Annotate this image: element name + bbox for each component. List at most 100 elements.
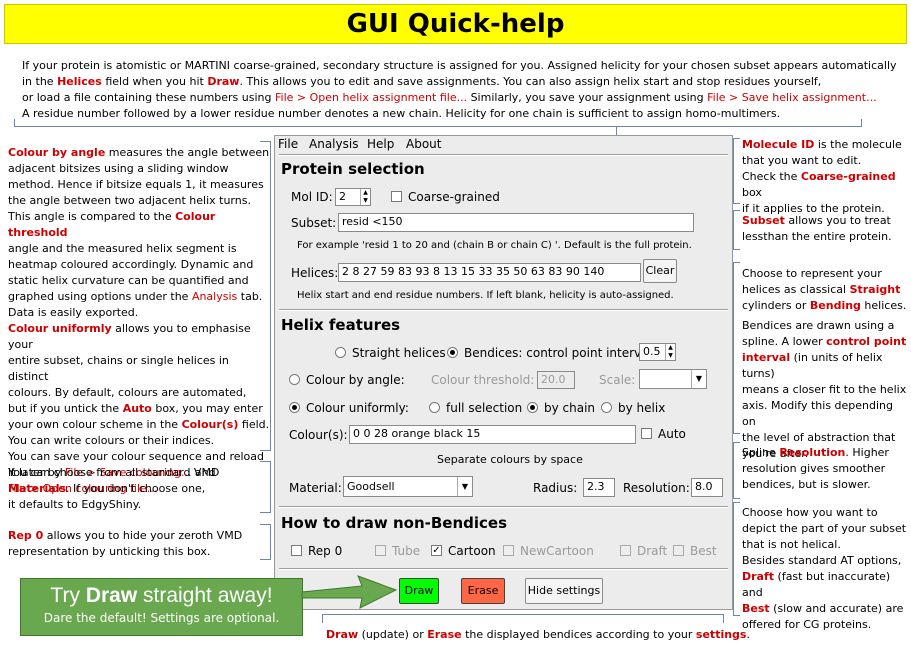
colours-label: Colour(s): <box>289 428 348 442</box>
rep0-checkbox[interactable] <box>291 545 302 556</box>
helices-input[interactable]: 2 8 27 59 83 93 8 13 15 33 35 50 63 83 9… <box>338 263 641 282</box>
resolution-input[interactable]: 8.0 <box>691 478 723 497</box>
scale-dropdown[interactable]: ▼ <box>639 369 707 389</box>
intro-save-helix-term: File > Save helix assignment... <box>707 91 877 104</box>
note-text: that is not helical. <box>742 538 841 551</box>
straight-helices-label: Straight helices <box>352 346 446 360</box>
auto-label: Auto <box>658 427 686 441</box>
colour-uniformly-radio[interactable] <box>289 402 300 413</box>
note-molecule-id-term: Molecule ID <box>742 138 815 151</box>
spin-up-icon[interactable]: ▲ <box>665 344 675 352</box>
protein-selection-heading: Protein selection <box>281 160 425 178</box>
note-text: allows you to hide your zeroth VMD <box>43 529 243 542</box>
note-text: spline. A lower <box>742 335 827 348</box>
scale-label: Scale: <box>599 373 636 387</box>
menu-about[interactable]: About <box>406 137 441 151</box>
note-text: cylinders or <box>742 299 810 312</box>
intro-line-3: or load a file containing these numbers … <box>22 90 882 106</box>
intro-line-1: If your protein is atomistic or MARTINI … <box>22 58 897 74</box>
spin-down-icon[interactable]: ▼ <box>665 352 675 360</box>
spin-up-icon[interactable]: ▲ <box>360 189 370 197</box>
angle-note-bracket <box>260 141 271 451</box>
intro-line-2: in the Helices field when you hit Draw. … <box>22 74 882 90</box>
hide-settings-button[interactable]: Hide settings <box>525 578 603 604</box>
note-text: This angle is compared to the <box>8 210 176 223</box>
bottom-note-bracket <box>322 614 724 623</box>
colour-by-angle-radio[interactable] <box>289 374 300 385</box>
material-dropdown[interactable]: Goodsell ▼ <box>343 476 473 497</box>
menu-analysis[interactable]: Analysis <box>309 137 358 151</box>
menu-help[interactable]: Help <box>367 137 394 151</box>
section-divider <box>279 309 728 311</box>
intro-draw-term: Draw <box>207 75 240 88</box>
material-value: Goodsell <box>347 480 395 493</box>
straight-helices-radio[interactable] <box>335 347 346 358</box>
note-text: bendices, but is slower. <box>742 478 871 491</box>
intro-text-1a: If your protein is atomistic or MARTINI … <box>22 59 897 72</box>
full-selection-radio[interactable] <box>429 402 440 413</box>
radius-input[interactable]: 2.3 <box>583 478 615 497</box>
menu-bar: File Analysis Help About <box>275 136 732 154</box>
note-text: your own colour scheme in the <box>8 418 182 431</box>
note-text: adjacent bitsizes using a sliding window <box>8 162 229 175</box>
erase-button[interactable]: Erase <box>461 578 505 604</box>
colours-input[interactable]: 0 0 28 orange black 15 <box>349 425 636 444</box>
separate-colours-hint: Separate colours by space <box>437 453 583 466</box>
note-text: Bendices are drawn using a <box>742 319 895 332</box>
mol-id-value: 2 <box>339 190 346 203</box>
newcartoon-checkbox[interactable] <box>503 545 514 556</box>
bendices-label: Bendices: control point interval <box>464 346 652 360</box>
draft-checkbox[interactable] <box>620 545 631 556</box>
spin-down-icon[interactable]: ▼ <box>360 197 370 205</box>
clear-button[interactable]: Clear <box>643 259 677 283</box>
note-text: helices. <box>860 299 907 312</box>
helix-features-heading: Helix features <box>281 316 401 334</box>
coarse-grained-checkbox[interactable] <box>391 191 402 202</box>
non-bendices-note: Choose how you want to depict the part o… <box>742 505 910 633</box>
note-colours-term: Colour(s) <box>181 418 239 431</box>
note-text: the angle between two adjacent helix tur… <box>8 194 251 207</box>
spline-note-bracket <box>733 442 740 499</box>
by-helix-label: by helix <box>618 401 666 415</box>
intro-bracket <box>14 119 862 127</box>
colour-by-angle-note: Colour by angle measures the angle betwe… <box>8 145 270 497</box>
best-checkbox[interactable] <box>673 545 684 556</box>
arrow-icon <box>301 575 398 609</box>
subset-input[interactable]: resid <150 <box>338 213 694 232</box>
non-bendices-heading: How to draw non-Bendices <box>281 514 508 532</box>
note-text: . If you don't choose one, <box>66 482 206 495</box>
note-text: means a closer fit to the helix <box>742 383 907 396</box>
note-text: (update) or <box>358 628 428 641</box>
try-draw-subtitle: Dare the default! Settings are optional. <box>43 611 280 625</box>
tube-checkbox[interactable] <box>375 545 386 556</box>
control-interval-spinbox[interactable]: 0.5 ▲ ▼ <box>639 343 676 361</box>
mol-id-spinbox[interactable]: 2 ▲ ▼ <box>335 188 371 206</box>
by-helix-radio[interactable] <box>601 402 612 413</box>
note-text: the displayed bendices according to your <box>461 628 696 641</box>
chevron-down-icon: ▼ <box>691 370 706 388</box>
menu-divider <box>279 154 728 156</box>
cartoon-checkbox[interactable]: ✓ <box>431 545 442 556</box>
try-draw-heading: Try Draw straight away! <box>21 582 302 610</box>
rep0-label: Rep 0 <box>308 544 343 558</box>
intro-open-helix-term: File > Open helix assignment file... <box>275 91 468 104</box>
bendices-radio[interactable] <box>447 347 458 358</box>
draw-button[interactable]: Draw <box>399 578 439 604</box>
helices-label: Helices: <box>291 266 339 280</box>
menu-file[interactable]: File <box>278 137 298 151</box>
colour-threshold-input[interactable]: 20.0 <box>537 371 575 389</box>
note-text: resolution gives smoother <box>742 462 886 475</box>
material-note: You can choose from all standard VMD Mat… <box>8 465 270 513</box>
note-text: Spline <box>742 446 780 459</box>
helices-hint: Helix start and end residue numbers. If … <box>297 290 674 301</box>
auto-checkbox[interactable] <box>641 428 652 439</box>
note-bending-term: Bending <box>809 299 861 312</box>
resolution-label: Resolution: <box>623 481 690 495</box>
note-resolution-term: Resolution <box>779 446 846 459</box>
cartoon-label: Cartoon <box>448 544 496 558</box>
note-text: it defaults to EdgyShiny. <box>8 498 142 511</box>
by-chain-radio[interactable] <box>527 402 538 413</box>
note-text: You can write colours or their indices. <box>8 434 215 447</box>
intro-text-2c: field when you hit <box>101 75 208 88</box>
intro-text-3a: or load a file containing these numbers … <box>22 91 275 104</box>
